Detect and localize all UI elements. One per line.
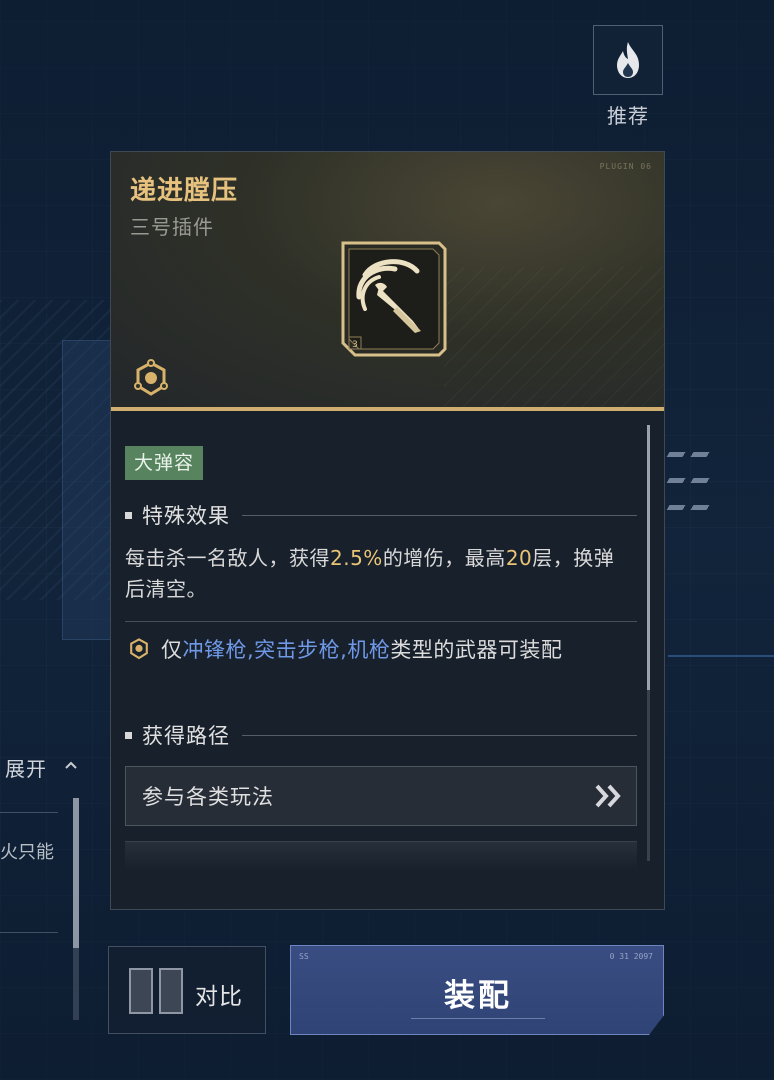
item-subtitle: 三号插件 bbox=[130, 215, 214, 239]
side-scrollbar[interactable] bbox=[73, 798, 79, 1020]
recommend-label: 推荐 bbox=[607, 104, 649, 128]
plugin-slot-icon bbox=[130, 638, 148, 660]
compare-icon bbox=[129, 968, 183, 1014]
section-divider bbox=[125, 621, 637, 622]
recommend-button[interactable] bbox=[593, 25, 663, 95]
background-line bbox=[668, 655, 774, 657]
side-divider bbox=[0, 932, 58, 933]
special-effect-heading: 特殊效果 bbox=[125, 501, 637, 529]
acquire-source-label: 参与各类玩法 bbox=[142, 785, 274, 809]
acquire-heading: 获得路径 bbox=[125, 721, 637, 749]
side-partial-text: 火只能 bbox=[0, 842, 54, 863]
card-scrollbar-thumb[interactable] bbox=[647, 425, 650, 690]
equip-corner-code: SS bbox=[299, 952, 309, 961]
compare-label: 对比 bbox=[195, 984, 243, 1010]
item-title: 递进膛压 bbox=[130, 176, 239, 206]
card-scrollbar[interactable] bbox=[647, 425, 650, 861]
bullet-square-icon bbox=[125, 731, 132, 739]
chevron-up-icon[interactable] bbox=[64, 760, 78, 770]
heading-line bbox=[242, 514, 637, 516]
equip-corner-code: 0 31 2097 bbox=[609, 952, 653, 961]
icon-level: 3 bbox=[352, 340, 358, 350]
equip-label: 装配 bbox=[444, 978, 512, 1014]
acquire-source-button[interactable]: 参与各类玩法 bbox=[125, 766, 637, 826]
next-entry-partial bbox=[125, 841, 637, 871]
equip-button[interactable]: SS 0 31 2097 装配 bbox=[290, 945, 664, 1035]
header-tag: PLUGIN 06 bbox=[599, 162, 652, 171]
expand-toggle-label[interactable]: 展开 bbox=[5, 753, 47, 782]
bullet-square-icon bbox=[125, 511, 132, 519]
double-chevron-right-icon bbox=[595, 784, 621, 808]
compare-button[interactable]: 对比 bbox=[108, 946, 266, 1034]
flame-icon bbox=[617, 42, 639, 78]
equip-decoration-line bbox=[411, 1018, 545, 1019]
plugin-slot-icon bbox=[134, 359, 168, 396]
weapon-restriction-text: 仅冲锋枪,突击步枪,机枪类型的武器可装配 bbox=[161, 638, 563, 662]
bullet-swirl-icon: 3 bbox=[341, 241, 447, 357]
background-dash bbox=[666, 505, 714, 510]
background-dash bbox=[666, 478, 714, 483]
heading-line bbox=[242, 734, 637, 736]
side-divider bbox=[0, 812, 58, 813]
background-dash bbox=[666, 452, 714, 457]
special-effect-text: 每击杀一名敌人，获得2.5%的增伤，最高20层，换弹后清空。 bbox=[125, 546, 615, 601]
side-scrollbar-thumb[interactable] bbox=[73, 798, 79, 948]
background-panel bbox=[62, 340, 114, 640]
plugin-detail-card: 递进膛压 三号插件 PLUGIN 06 3 大弹容 特殊效果 每击杀一名敌人，获… bbox=[110, 151, 665, 910]
card-header: 递进膛压 三号插件 PLUGIN 06 3 bbox=[111, 152, 664, 407]
attribute-badge: 大弹容 bbox=[125, 446, 204, 480]
card-body: 大弹容 特殊效果 每击杀一名敌人，获得2.5%的增伤，最高20层，换弹后清空。 … bbox=[111, 411, 664, 909]
